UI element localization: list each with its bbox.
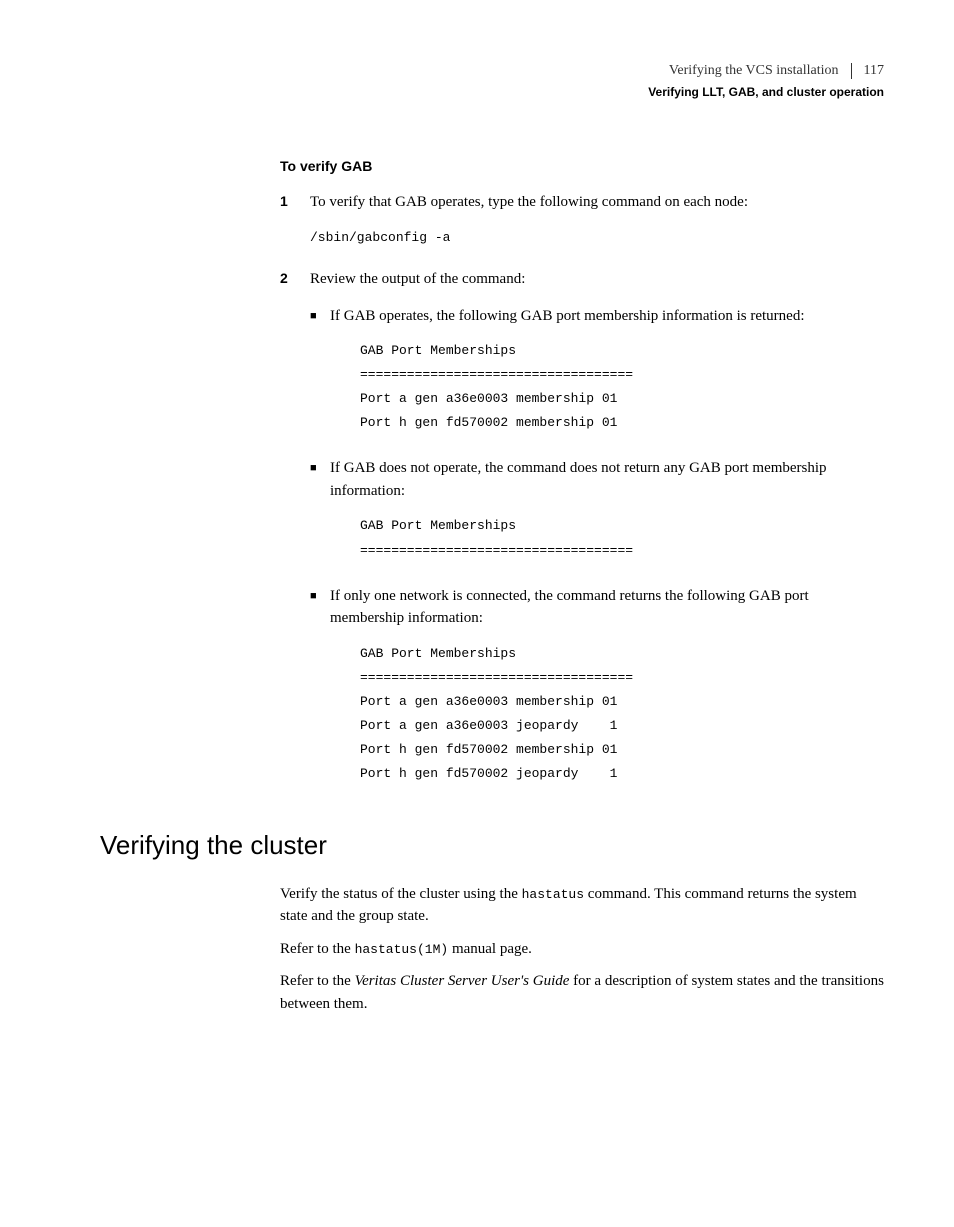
body-paragraph: Refer to the hastatus(1M) manual page. — [280, 938, 884, 961]
section-heading: Verifying the cluster — [100, 826, 884, 865]
para-text: Refer to the — [280, 941, 355, 957]
bullet-item: If only one network is connected, the co… — [310, 585, 884, 630]
body-paragraph: Verify the status of the cluster using t… — [280, 883, 884, 928]
step-2: 2 Review the output of the command: — [280, 268, 884, 291]
bullet-text: If GAB does not operate, the command doe… — [330, 457, 884, 502]
code-block: GAB Port Memberships ===================… — [360, 339, 884, 435]
para-text: Refer to the — [280, 973, 355, 989]
step-1: 1 To verify that GAB operates, type the … — [280, 191, 884, 214]
bullet-marker-icon — [310, 585, 330, 630]
code-block: GAB Port Memberships ===================… — [360, 514, 884, 562]
bullet-marker-icon — [310, 457, 330, 502]
bullet-item: If GAB does not operate, the command doe… — [310, 457, 884, 502]
step-text: Review the output of the command: — [310, 268, 884, 291]
subsection-heading: To verify GAB — [280, 156, 884, 177]
bullet-item: If GAB operates, the following GAB port … — [310, 305, 884, 328]
header-breadcrumb: Verifying the VCS installation 117 — [100, 60, 884, 81]
body-paragraph: Refer to the Veritas Cluster Server User… — [280, 970, 884, 1015]
page-header: Verifying the VCS installation 117 Verif… — [100, 60, 884, 101]
section-title: Verifying LLT, GAB, and cluster operatio… — [100, 83, 884, 101]
bullet-marker-icon — [310, 305, 330, 328]
header-divider — [851, 63, 852, 79]
para-text: manual page. — [448, 941, 532, 957]
code-block: /sbin/gabconfig -a — [310, 228, 884, 249]
inline-code: hastatus — [522, 887, 584, 902]
bullet-text: If only one network is connected, the co… — [330, 585, 884, 630]
step-text: To verify that GAB operates, type the fo… — [310, 191, 884, 214]
step-number: 1 — [280, 191, 310, 214]
bullet-text: If GAB operates, the following GAB port … — [330, 305, 884, 328]
chapter-title: Verifying the VCS installation — [669, 60, 839, 81]
page-number: 117 — [864, 60, 884, 81]
code-block: GAB Port Memberships ===================… — [360, 642, 884, 786]
reference-title: Veritas Cluster Server User's Guide — [355, 973, 570, 989]
inline-code: hastatus(1M) — [355, 942, 449, 957]
para-text: Verify the status of the cluster using t… — [280, 886, 522, 902]
step-number: 2 — [280, 268, 310, 291]
